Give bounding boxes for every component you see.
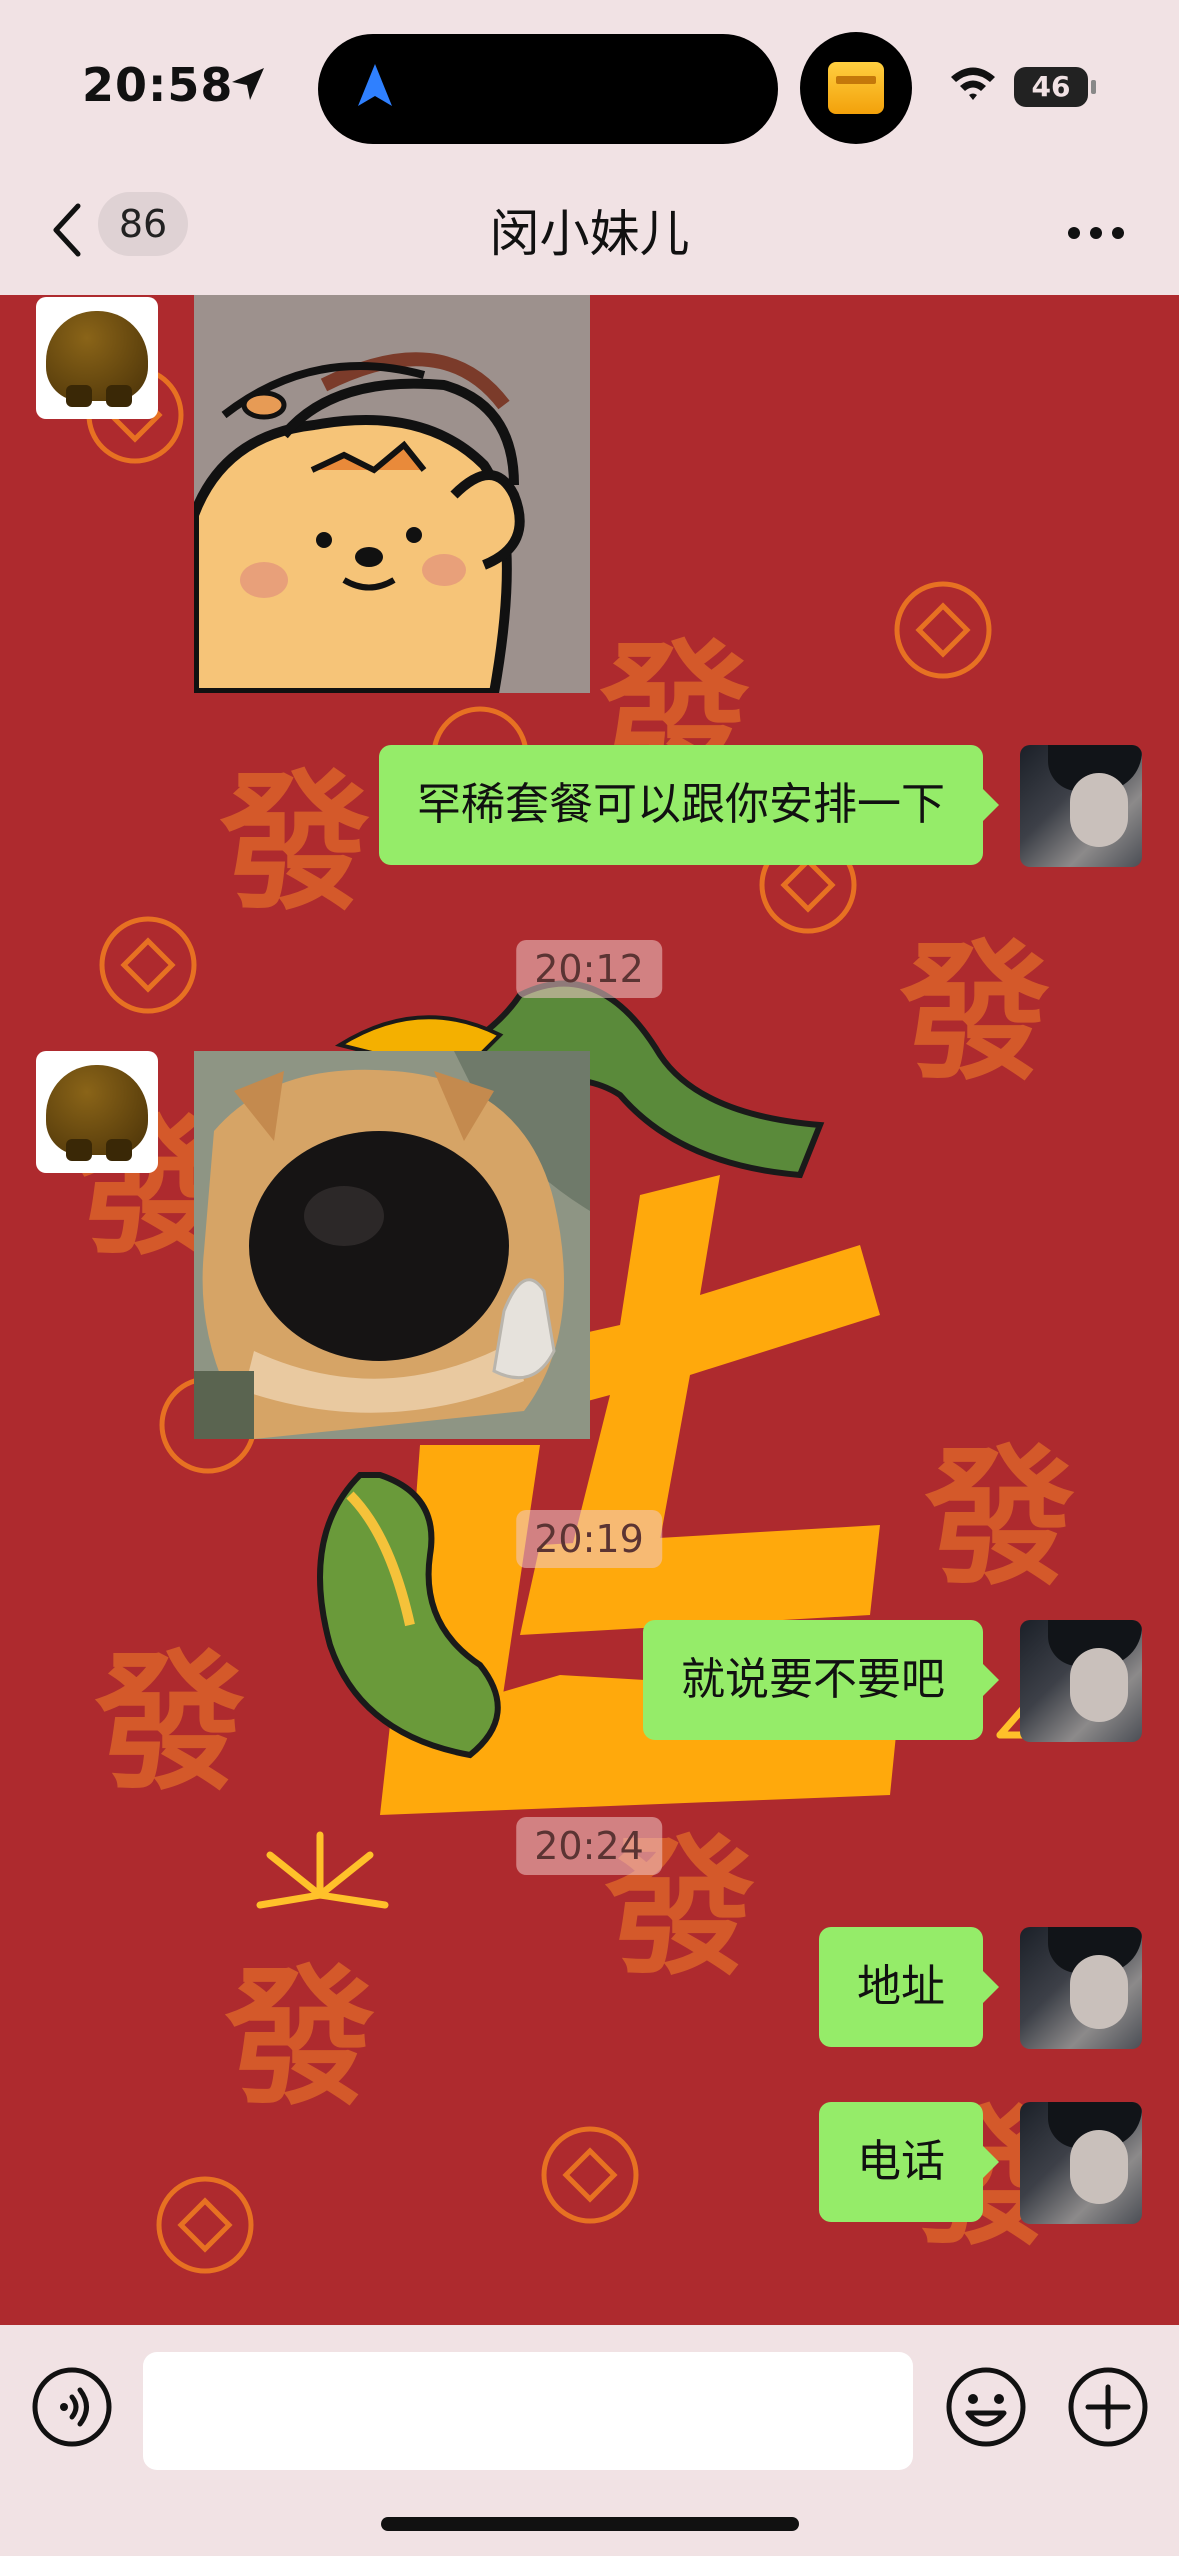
input-bar — [0, 2325, 1179, 2556]
wifi-icon — [951, 67, 995, 100]
battery-tip — [1091, 80, 1096, 94]
svg-text:發: 發 — [224, 1952, 375, 2126]
navigation-icon — [358, 64, 392, 106]
package-icon[interactable] — [800, 32, 912, 144]
status-time: 20:58 — [82, 58, 234, 112]
my-avatar[interactable] — [1020, 745, 1142, 867]
my-avatar[interactable] — [1020, 1927, 1142, 2049]
image-message-bear-sticker[interactable] — [194, 295, 590, 693]
my-avatar[interactable] — [1020, 1620, 1142, 1742]
plus-icon[interactable] — [1066, 2365, 1150, 2449]
my-avatar[interactable] — [1020, 2102, 1142, 2224]
status-bar: 20:58 46 — [0, 0, 1179, 170]
image-message-dog-meme[interactable] — [194, 1051, 590, 1439]
emoji-icon[interactable] — [944, 2365, 1028, 2449]
timestamp: 20:12 — [516, 940, 662, 998]
contact-avatar[interactable] — [36, 1051, 158, 1173]
sent-message-bubble[interactable]: 电话 — [819, 2102, 999, 2222]
svg-text:發: 發 — [94, 1637, 245, 1811]
home-indicator[interactable] — [381, 2517, 799, 2531]
chat-area[interactable]: 發 發 發 發 發 發 發 發 發 — [0, 295, 1179, 2325]
dog-meme-image — [194, 1051, 590, 1439]
sent-message-bubble[interactable]: 就说要不要吧 — [643, 1620, 999, 1740]
location-arrow-icon — [232, 68, 264, 100]
svg-text:發: 發 — [924, 1432, 1075, 1606]
timestamp: 20:24 — [516, 1817, 662, 1875]
chat-header: 86 闵小妹儿 — [0, 170, 1179, 296]
svg-text:發: 發 — [219, 757, 370, 931]
sent-message-bubble[interactable]: 地址 — [819, 1927, 999, 2047]
voice-icon[interactable] — [30, 2365, 114, 2449]
bear-sticker-image — [194, 295, 590, 693]
more-dots-icon[interactable] — [1066, 225, 1126, 241]
contact-avatar[interactable] — [36, 297, 158, 419]
page-title: 闵小妹儿 — [489, 205, 690, 263]
message-input[interactable] — [143, 2352, 913, 2470]
battery-indicator: 46 — [1014, 67, 1088, 107]
timestamp: 20:19 — [516, 1510, 662, 1568]
svg-text:發: 發 — [899, 927, 1050, 1101]
sent-message-bubble[interactable]: 罕稀套餐可以跟你安排一下 — [379, 745, 999, 865]
